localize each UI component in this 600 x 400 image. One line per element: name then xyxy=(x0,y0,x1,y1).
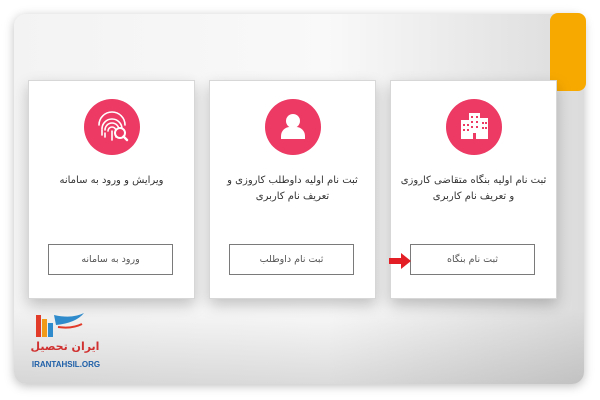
card-description: ثبت نام اولیه داوطلب کاروزی و تعریف نام … xyxy=(227,175,358,202)
login-button[interactable]: ورود به سامانه xyxy=(48,244,173,275)
card-login: ویرایش و ورود به سامانه ورود به سامانه xyxy=(28,80,195,299)
logo-name: ایران تحصیل xyxy=(30,340,100,353)
register-applicant-button[interactable]: ثبت نام داوطلب xyxy=(229,244,354,275)
building-icon xyxy=(445,99,502,155)
register-company-button[interactable]: ثبت نام بنگاه xyxy=(410,244,535,275)
logo-url: IRANTAHSIL.ORG xyxy=(31,360,101,369)
card-applicant: ثبت نام اولیه داوطلب کاروزی و تعریف نام … xyxy=(209,80,376,299)
fingerprint-search-icon xyxy=(83,99,140,155)
arrow-right-icon xyxy=(389,253,411,269)
card-company: ثبت نام اولیه بنگاه متقاضی کاروزی و تعری… xyxy=(390,80,557,299)
card-description: ثبت نام اولیه بنگاه متقاضی کاروزی و تعری… xyxy=(400,175,547,202)
user-icon xyxy=(264,99,321,155)
card-description: ویرایش و ورود به سامانه xyxy=(59,175,164,186)
